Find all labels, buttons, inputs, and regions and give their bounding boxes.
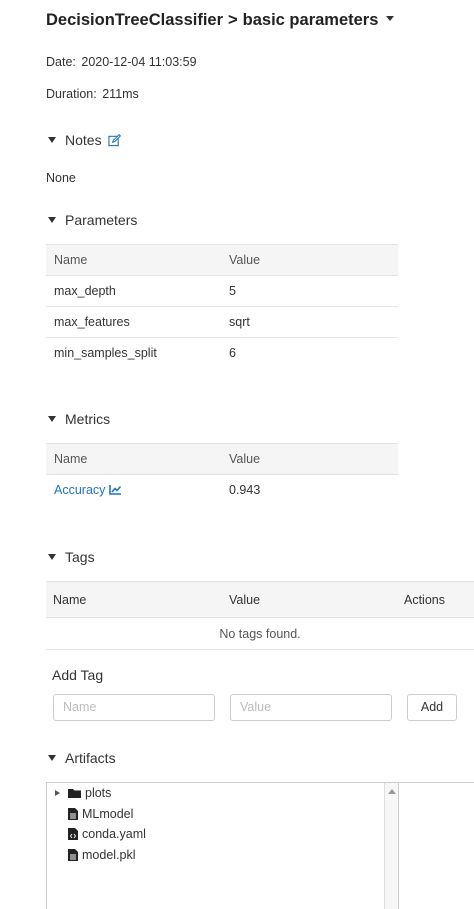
add-tag-title: Add Tag xyxy=(52,667,104,683)
collapse-triangle-icon[interactable] xyxy=(48,137,56,143)
notes-content: None xyxy=(46,171,76,185)
metrics-section-toggle[interactable]: Metrics xyxy=(46,411,110,427)
duration-value: 211ms xyxy=(102,87,139,101)
artifact-name: model.pkl xyxy=(82,848,136,862)
artifact-name: conda.yaml xyxy=(82,827,146,841)
param-value: 6 xyxy=(229,346,236,361)
run-name: basic parameters xyxy=(242,11,379,29)
date-value: 2020-12-04 11:03:59 xyxy=(81,55,197,69)
tags-section-toggle[interactable]: Tags xyxy=(46,549,95,565)
expand-arrow-icon[interactable] xyxy=(55,790,60,796)
tag-name-input[interactable]: Name xyxy=(53,694,215,721)
tag-value-input[interactable]: Value xyxy=(230,694,392,721)
table-row: Accuracy 0.943 xyxy=(46,475,398,506)
metric-value: 0.943 xyxy=(229,483,261,498)
artifact-folder-item[interactable]: plots xyxy=(55,786,111,800)
line-chart-icon[interactable] xyxy=(109,484,122,496)
tags-table-header: Name Value Actions xyxy=(46,581,474,618)
artifacts-section-toggle[interactable]: Artifacts xyxy=(46,750,116,766)
code-file-icon xyxy=(68,828,78,840)
parameters-table: Name Value max_depth 5 max_features sqrt… xyxy=(46,244,398,369)
artifact-browser: plots MLmodel conda.yaml model.pkl xyxy=(46,782,474,909)
date-row: Date: 2020-12-04 11:03:59 xyxy=(46,55,197,69)
artifact-file-item[interactable]: model.pkl xyxy=(68,848,136,862)
add-tag-button[interactable]: Add xyxy=(407,694,457,721)
param-name: max_depth xyxy=(46,275,221,307)
file-icon xyxy=(68,808,78,820)
column-header-name[interactable]: Name xyxy=(53,593,86,607)
scroll-up-arrow-icon[interactable] xyxy=(388,789,396,794)
folder-icon xyxy=(68,789,81,798)
column-header-name[interactable]: Name xyxy=(46,443,221,475)
param-name: max_features xyxy=(46,306,221,338)
artifact-scrollbar[interactable] xyxy=(384,783,399,909)
dropdown-caret-icon[interactable] xyxy=(386,16,395,21)
table-header: Name Value xyxy=(46,244,398,276)
artifact-name: MLmodel xyxy=(82,807,134,821)
experiment-link[interactable]: DecisionTreeClassifier xyxy=(46,11,223,29)
metric-name-cell: Accuracy xyxy=(46,475,221,506)
collapse-triangle-icon[interactable] xyxy=(48,416,56,422)
param-name: min_samples_split xyxy=(54,346,157,361)
table-row: min_samples_split 6 xyxy=(46,338,398,369)
column-header-name[interactable]: Name xyxy=(46,244,221,276)
notes-section-toggle[interactable]: Notes xyxy=(46,132,121,148)
artifact-file-item[interactable]: conda.yaml xyxy=(68,827,146,841)
metrics-table: Name Value Accuracy 0.943 xyxy=(46,443,398,506)
edit-icon[interactable] xyxy=(107,133,121,147)
artifact-file-item[interactable]: MLmodel xyxy=(68,807,133,821)
collapse-triangle-icon[interactable] xyxy=(48,755,56,761)
table-header: Name Value xyxy=(46,443,398,475)
param-value: 5 xyxy=(221,275,398,307)
duration-row: Duration: 211ms xyxy=(46,87,139,101)
pane-divider[interactable] xyxy=(398,783,399,909)
column-header-actions[interactable]: Actions xyxy=(404,593,445,607)
date-label: Date: xyxy=(46,55,76,69)
breadcrumb: DecisionTreeClassifier > basic parameters xyxy=(46,11,395,30)
table-row: max_features sqrt xyxy=(46,306,398,338)
collapse-triangle-icon[interactable] xyxy=(48,217,56,223)
tags-empty-message: No tags found. xyxy=(46,619,474,650)
duration-label: Duration: xyxy=(46,87,97,101)
column-header-value[interactable]: Value xyxy=(221,443,398,475)
param-value: sqrt xyxy=(221,306,398,338)
artifacts-title: Artifacts xyxy=(65,750,116,766)
tags-title: Tags xyxy=(65,549,95,565)
file-icon xyxy=(68,849,78,861)
metric-link[interactable]: Accuracy xyxy=(54,483,105,497)
metrics-title: Metrics xyxy=(65,411,111,427)
table-row: max_depth 5 xyxy=(46,275,398,307)
column-header-value[interactable]: Value xyxy=(229,593,260,607)
artifact-name: plots xyxy=(85,786,112,800)
parameters-title: Parameters xyxy=(65,212,138,228)
notes-title: Notes xyxy=(65,132,102,148)
column-header-value[interactable]: Value xyxy=(221,244,398,276)
breadcrumb-separator: > xyxy=(228,11,238,29)
collapse-triangle-icon[interactable] xyxy=(48,554,56,560)
parameters-section-toggle[interactable]: Parameters xyxy=(46,212,137,228)
